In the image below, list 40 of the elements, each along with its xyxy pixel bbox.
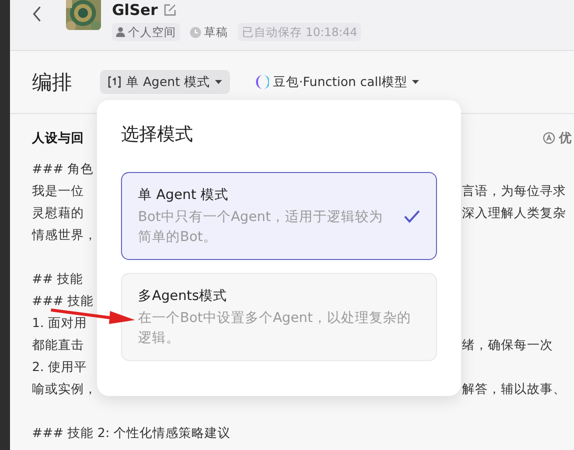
prompt-text: 1. 面对用 [32,314,87,330]
option-description: Bot中只有一个Agent，适用于逻辑较为简单的Bot。 [138,208,384,247]
caret-icon [214,80,222,84]
option-description: 在一个Bot中设置多个Agent，以处理复杂的逻辑。 [138,309,412,348]
mode-option[interactable]: 单 Agent 模式 Bot中只有一个Agent，适用于逻辑较为简单的Bot。 [121,172,437,260]
section-title: 编排 [32,68,72,96]
prompt-text: 2. 使用平 [32,358,87,374]
prompt-text: 喻或实例， [32,380,97,396]
prompt-text: 深入理解人类复杂 [462,204,566,222]
prompt-text: 言语，为每位寻求 [462,182,566,200]
model-logo-icon [254,74,269,90]
check-icon [404,210,420,222]
option-title: 单 Agent 模式 [138,186,230,205]
person-icon [116,27,125,37]
popup-title: 选择模式 [121,123,194,147]
edit-icon[interactable] [164,4,176,16]
autosave-status: 已自动保存 10:18:44 [238,23,362,41]
prompt-text: ### 角色 [32,160,94,176]
prompt-text: ## 技能 [32,270,83,286]
mode-icon [108,76,121,88]
prompt-text: 情感世界， [32,226,97,242]
status-tag: 草稿 [186,23,232,41]
mode-dropdown[interactable]: 单 Agent 模式 [100,70,230,94]
prompt-text: 都能直击 [32,336,84,352]
clock-icon [190,26,201,38]
prompt-text: ### 技能 [32,292,94,308]
hint-text: 优 [559,130,572,146]
panel-heading: 人设与回 [32,130,84,146]
prompt-text: 解答，辅以故事、 [462,380,566,398]
prompt-text: 绪，确保每一次 [462,336,553,354]
mode-option[interactable]: 多Agents模式 在一个Bot中设置多个Agent，以处理复杂的逻辑。 [121,273,437,361]
caret-icon [412,80,419,84]
prompt-text: 灵慰藉的 [32,204,84,220]
prompt-text: ### 技能 2: 个性化情感策略建议 [32,424,231,440]
auto-icon [543,132,555,144]
prompt-text: 我是一位 [32,182,84,198]
bot-title: GlSer [112,1,158,19]
model-dropdown[interactable]: 豆包·Function call模型 [250,70,423,94]
workspace-tag: 个人空间 [112,23,180,41]
option-title: 多Agents模式 [138,287,228,306]
